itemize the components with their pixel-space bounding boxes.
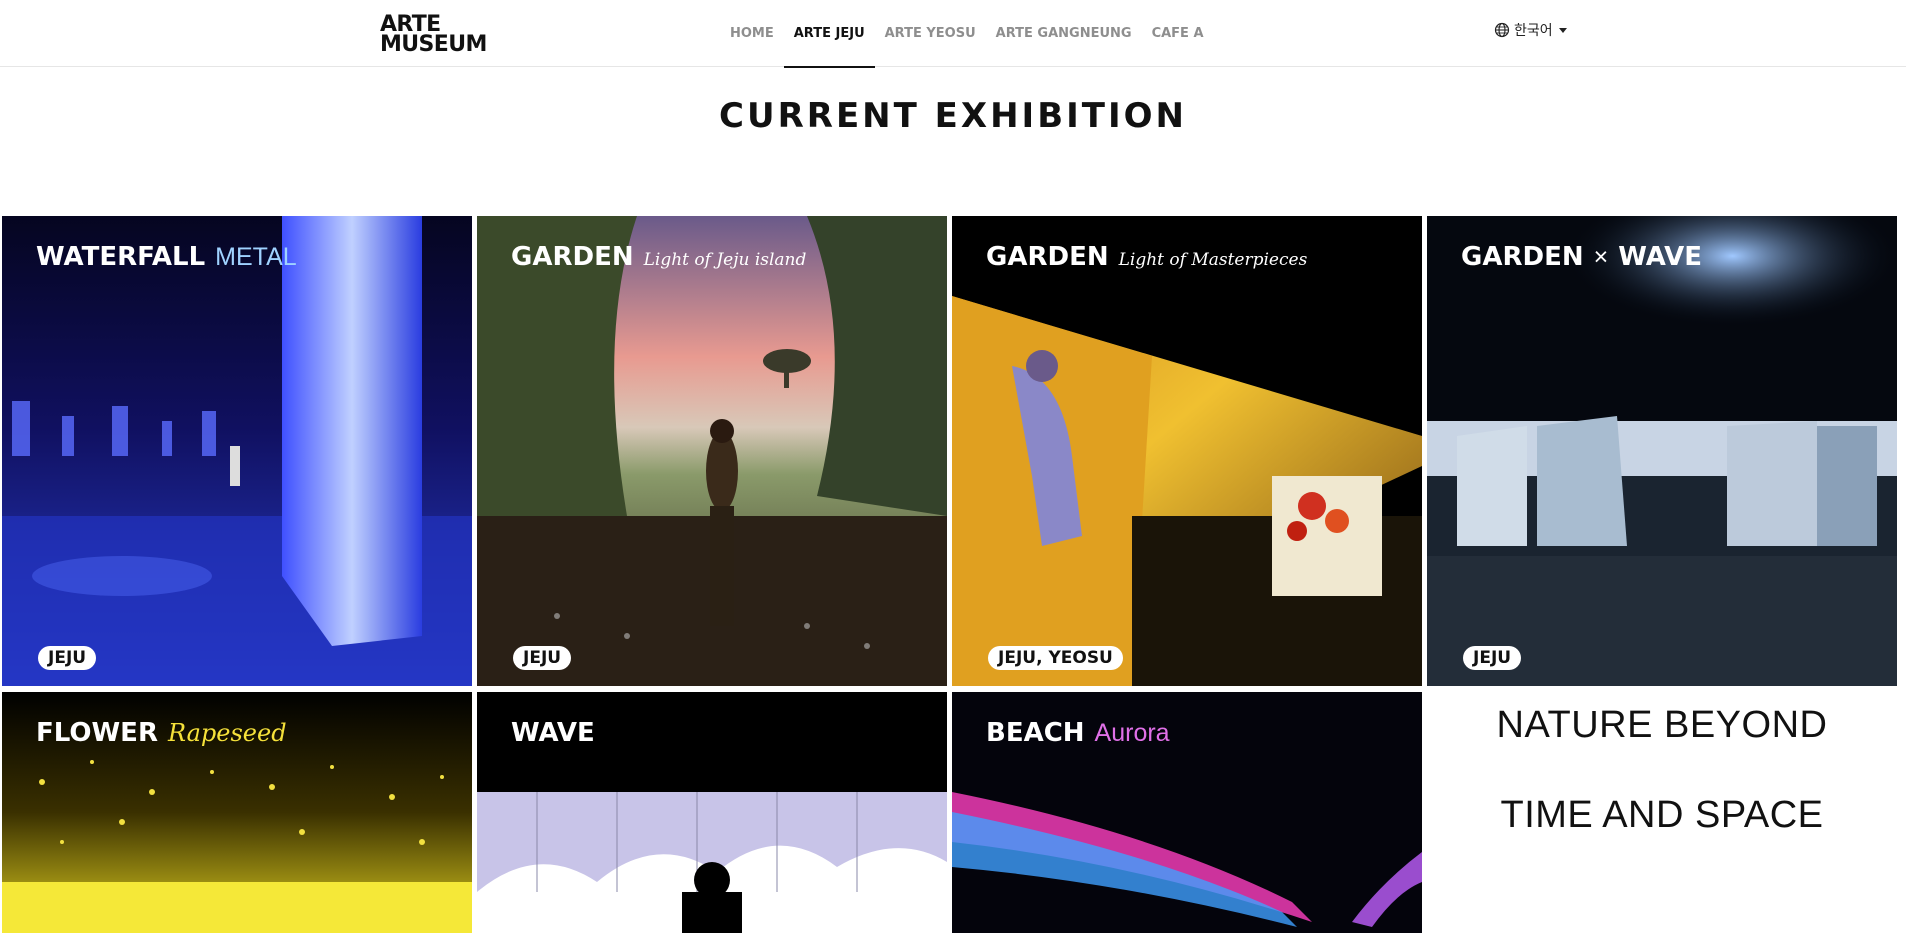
- exhibition-card-garden-jeju-island[interactable]: GARDEN Light of Jeju island JEJU: [477, 216, 947, 686]
- section-title: CURRENT EXHIBITION: [719, 96, 1187, 136]
- logo-line-2: MUSEUM: [380, 32, 487, 57]
- chevron-down-icon: [1558, 27, 1567, 33]
- location-badge: JEJU: [38, 646, 97, 670]
- card-title-sub: METAL: [215, 243, 297, 271]
- exhibition-card-waterfall-metal[interactable]: WATERFALL METAL JEJU: [2, 216, 472, 686]
- nav-item-arte-yeosu[interactable]: ARTE YEOSU: [875, 0, 986, 67]
- card-title-main: WATERFALL: [36, 242, 206, 272]
- nav-item-arte-jeju[interactable]: ARTE JEJU: [783, 0, 875, 68]
- card-title: GARDEN Light of Jeju island: [511, 242, 806, 272]
- card-title-main: WAVE: [511, 718, 595, 748]
- card-title-sub: Rapeseed: [167, 719, 287, 747]
- exhibition-card-beach-aurora[interactable]: BEACH Aurora: [952, 692, 1422, 933]
- card-title: GARDEN Light of Masterpieces: [986, 242, 1307, 272]
- location-badge: JEJU, YEOSU: [988, 646, 1123, 670]
- card-title-main: GARDEN: [511, 242, 634, 272]
- tagline-line-1: NATURE BEYOND: [1496, 704, 1828, 746]
- card-title: BEACH Aurora: [986, 718, 1170, 748]
- location-badge: JEJU: [513, 646, 572, 670]
- nav-item-cafe-a[interactable]: CAFE A: [1142, 0, 1214, 67]
- card-title-main: GARDEN: [986, 242, 1109, 272]
- garden-masterpieces-artwork-image: [952, 216, 1422, 686]
- card-title: WATERFALL METAL: [36, 242, 297, 272]
- exhibition-card-garden-wave[interactable]: GARDEN × WAVE JEJU: [1427, 216, 1897, 686]
- tagline-line-2: TIME AND SPACE: [1500, 794, 1824, 836]
- arte-museum-logo[interactable]: ARTE MUSEUM: [380, 14, 487, 57]
- card-title-main: FLOWER: [36, 718, 158, 748]
- card-title-sub: Aurora: [1094, 719, 1170, 747]
- location-badge: JEJU: [1463, 646, 1522, 670]
- language-label: 한국어: [1514, 23, 1553, 39]
- garden-jeju-artwork-image: [477, 216, 947, 686]
- card-title-main: GARDEN: [1461, 242, 1584, 272]
- garden-wave-artwork-image: [1427, 216, 1897, 686]
- globe-icon: [1494, 22, 1510, 38]
- tagline: NATURE BEYOND TIME AND SPACE: [1427, 695, 1897, 933]
- card-title-main-2: WAVE: [1618, 242, 1702, 272]
- waterfall-artwork-image: [2, 216, 472, 686]
- language-selector[interactable]: 한국어: [1494, 20, 1567, 40]
- card-title: GARDEN × WAVE: [1461, 242, 1702, 272]
- card-title-sub: Light of Masterpieces: [1118, 250, 1308, 270]
- card-title: WAVE: [511, 718, 595, 748]
- card-title-sub: Light of Jeju island: [643, 250, 807, 270]
- card-title-main: BEACH: [986, 718, 1085, 748]
- main-nav: HOME ARTE JEJU ARTE YEOSU ARTE GANGNEUNG…: [720, 0, 1214, 68]
- site-header: ARTE MUSEUM HOME ARTE JEJU ARTE YEOSU AR…: [0, 0, 1906, 68]
- nav-item-home[interactable]: HOME: [720, 0, 784, 67]
- card-title: FLOWER Rapeseed: [36, 718, 287, 748]
- exhibition-card-wave[interactable]: WAVE: [477, 692, 947, 933]
- card-title-sub: ×: [1593, 243, 1609, 271]
- exhibition-card-garden-masterpieces[interactable]: GARDEN Light of Masterpieces JEJU, YEOSU: [952, 216, 1422, 686]
- nav-item-arte-gangneung[interactable]: ARTE GANGNEUNG: [986, 0, 1142, 67]
- exhibition-card-flower-rapeseed[interactable]: FLOWER Rapeseed: [2, 692, 472, 933]
